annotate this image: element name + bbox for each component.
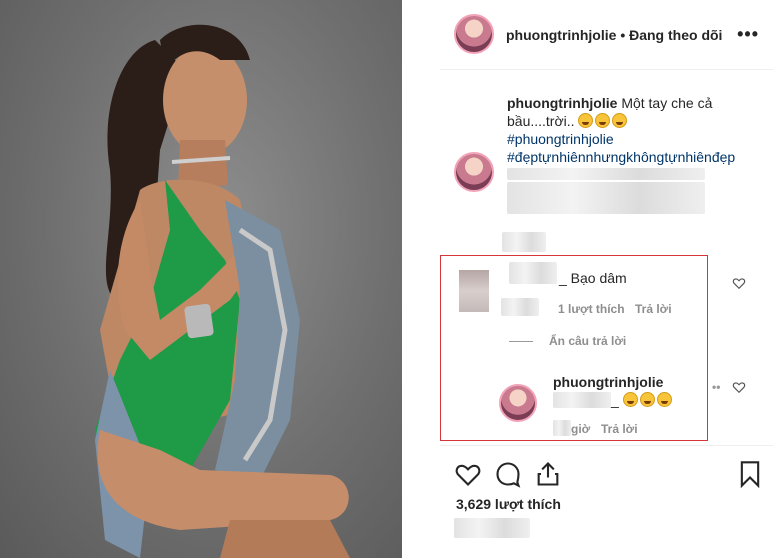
blurred-post-date (454, 518, 530, 538)
blurred-commenter-name[interactable] (509, 262, 557, 284)
reply-username[interactable]: phuongtrinhjolie (553, 374, 663, 390)
laughing-emoji-icon (622, 392, 638, 407)
more-icon[interactable]: ••• (737, 24, 759, 45)
caption-username[interactable]: phuongtrinhjolie (507, 95, 617, 111)
reply-reply-button[interactable]: Trả lời (601, 422, 638, 436)
replies-divider (509, 341, 533, 342)
author-line: phuongtrinhjolie • Đang theo dõi (506, 27, 722, 43)
laughing-emoji-icon (656, 392, 672, 407)
comment-likes[interactable]: 1 lượt thích (558, 302, 625, 316)
laughing-emoji-icon (612, 113, 628, 128)
share-icon[interactable] (534, 460, 562, 488)
caption: phuongtrinhjolie Một tay che cả bầu....t… (507, 94, 762, 166)
heart-icon[interactable] (454, 460, 482, 488)
author-username[interactable]: phuongtrinhjolie (506, 27, 616, 43)
hashtag-link[interactable]: #đẹptựnhiênnhưngkhôngtựnhiênđẹp (507, 148, 762, 166)
blurred-comment-time (501, 298, 539, 316)
like-count[interactable]: 3,629 lượt thích (456, 496, 561, 512)
reply-author-avatar[interactable] (499, 384, 537, 422)
follow-status-button[interactable]: Đang theo dõi (629, 27, 722, 43)
hide-replies-button[interactable]: Ẩn câu trả lời (549, 334, 626, 348)
reply-more-icon[interactable]: •• (712, 380, 720, 394)
post-detail-panel: phuongtrinhjolie • Đang theo dõi ••• phu… (440, 0, 773, 558)
photo-illustration (95, 24, 350, 558)
blurred-timestamp (502, 232, 546, 252)
header-separator: • (620, 27, 626, 43)
laughing-emoji-icon (578, 113, 594, 128)
blurred-mention[interactable] (553, 392, 611, 408)
bookmark-icon[interactable] (736, 460, 764, 488)
post-header: phuongtrinhjolie • Đang theo dõi ••• (440, 0, 773, 70)
reply-body: _ (553, 392, 674, 408)
hashtag-link[interactable]: #phuongtrinhjolie (507, 130, 762, 148)
reply-time: giờ (571, 422, 591, 436)
blurred-reply-time (553, 420, 571, 436)
comment-icon[interactable] (494, 460, 522, 488)
laughing-emoji-icon (639, 392, 655, 407)
post-photo[interactable] (0, 0, 402, 558)
blurred-commenter-avatar[interactable] (459, 270, 489, 312)
comment-text: _ Bạo dâm (559, 270, 627, 286)
comment-like-heart-icon[interactable] (732, 276, 746, 290)
reply-mention-suffix: _ (611, 392, 619, 408)
author-avatar[interactable] (454, 14, 494, 54)
caption-author-avatar[interactable] (454, 152, 494, 192)
blurred-caption-text (507, 168, 705, 180)
post-actions: 3,629 lượt thích (440, 445, 773, 558)
reply-like-heart-icon[interactable] (732, 380, 746, 394)
laughing-emoji-icon (595, 113, 611, 128)
blurred-caption-text (507, 182, 705, 214)
comment-reply-button[interactable]: Trả lời (635, 302, 672, 316)
highlighted-comment-thread: _ Bạo dâm 1 lượt thích Trả lời Ẩn câu tr… (440, 255, 708, 441)
